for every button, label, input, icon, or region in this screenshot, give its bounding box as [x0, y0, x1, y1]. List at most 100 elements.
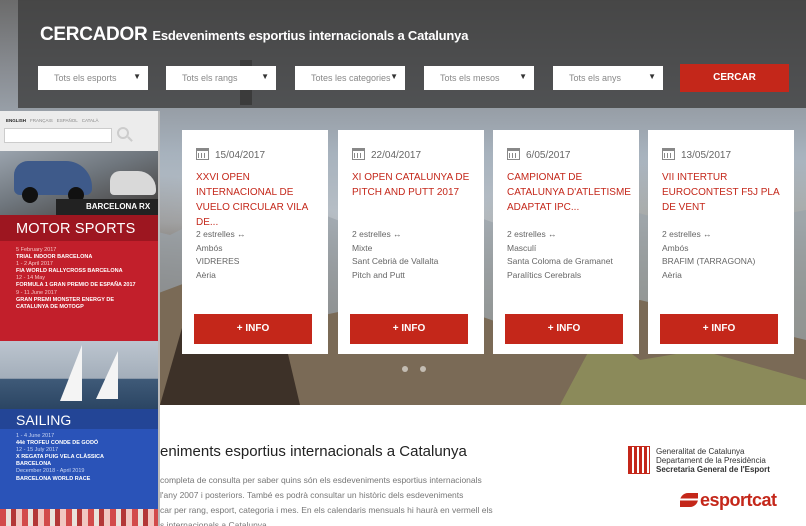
esportcat-logo[interactable]: esportcat — [680, 490, 777, 511]
barcelona-rx-banner: BARCELONA RX — [56, 199, 158, 215]
event-rank: 2 estrelles ↔ — [507, 229, 557, 239]
event-link[interactable]: BARCELONA WORLD RACE — [16, 476, 158, 483]
chevron-down-icon: ▼ — [390, 72, 398, 81]
rank-select[interactable]: Tots els rangs ▼ — [166, 66, 276, 90]
motor-sports-heading: MOTOR SPORTS — [0, 215, 158, 241]
intro-line: completa de consulta per saber quins són… — [160, 475, 482, 485]
intro-line: l'any 2007 i posteriors. També es podrà … — [160, 490, 464, 500]
event-date: 15/04/2017 — [196, 148, 265, 161]
event-date: 6/05/2017 — [507, 148, 571, 161]
event-sport: Aèria — [196, 269, 216, 280]
search-icon[interactable] — [117, 127, 129, 139]
event-date: 13/05/2017 — [662, 148, 731, 161]
search-heading: CERCADOR — [40, 24, 148, 45]
event-place: VIDRERES — [196, 256, 240, 266]
intro-text: completa de consulta per saber quins són… — [160, 473, 560, 526]
event-date-text: 22/04/2017 — [371, 150, 422, 161]
language-switcher: ENGLISH FRANÇAIS ESPAÑOL CATALÀ — [6, 118, 103, 123]
chevron-down-icon: ▼ — [261, 72, 269, 81]
event-date: 1 - 2 April 2017 — [16, 261, 53, 268]
motor-sports-events: 5 February 2017 TRIAL INDOOR BARCELONA 1… — [0, 241, 158, 311]
month-select[interactable]: Tots els mesos ▼ — [424, 66, 534, 90]
event-place: Sant Cebrià de Vallalta — [352, 256, 439, 266]
event-details: 2 estrelles ↔ Mixte Sant Cebrià de Valla… — [352, 228, 480, 282]
category-select[interactable]: Totes les categories ▼ — [295, 66, 405, 90]
search-panel: CERCADOR Esdeveniments esportius internac… — [18, 0, 806, 108]
sail-shape — [96, 351, 118, 399]
event-title-link[interactable]: XXVI OPEN INTERNACIONAL DE VUELO CIRCULA… — [196, 170, 320, 230]
event-title-link[interactable]: VII INTERTUR EUROCONTEST F5J PLA DE VENT — [662, 170, 786, 215]
esportcat-text: esportcat — [700, 490, 777, 510]
sidebar-search-input[interactable] — [4, 128, 112, 143]
event-link[interactable]: 44è TROFEU CONDE DE GODÓ — [16, 440, 158, 447]
event-title-link[interactable]: XI OPEN CATALUNYA DE PITCH AND PUTT 2017 — [352, 170, 476, 200]
more-info-button[interactable]: + INFO — [194, 314, 312, 344]
sport-select[interactable]: Tots els esports ▼ — [38, 66, 148, 90]
chevron-down-icon: ▼ — [519, 72, 527, 81]
event-place: Santa Coloma de Gramanet — [507, 256, 613, 266]
event-date: 22/04/2017 — [352, 148, 421, 161]
event-link[interactable]: FORMULA 1 GRAN PREMIO DE ESPAÑA 2017 — [16, 282, 136, 289]
event-card: 6/05/2017 CAMPIONAT DE CATALUNYA D'ATLET… — [493, 130, 639, 354]
month-select-value: Tots els mesos — [440, 73, 500, 83]
event-rank: 2 estrelles ↔ — [352, 229, 402, 239]
lang-spanish[interactable]: ESPAÑOL — [57, 118, 78, 123]
event-rank: 2 estrelles ↔ — [196, 229, 246, 239]
event-gender: Mixte — [352, 242, 373, 253]
event-date: 5 February 2017 — [16, 247, 57, 253]
gencat-text: Generalitat de Catalunya Departament de … — [656, 447, 770, 474]
lang-french[interactable]: FRANÇAIS — [30, 118, 53, 123]
event-link[interactable]: TRIAL INDOOR BARCELONA — [16, 254, 158, 261]
sailing-heading: SAILING — [0, 409, 158, 429]
event-date-text: 6/05/2017 — [526, 150, 571, 161]
search-button[interactable]: CERCAR — [680, 64, 789, 92]
event-details: 2 estrelles ↔ Ambós BRAFIM (TARRAGONA) A… — [662, 228, 790, 282]
sail-shape — [60, 345, 82, 401]
lang-catalan[interactable]: CATALÀ — [82, 118, 99, 123]
search-title: CERCADOR Esdeveniments esportius internac… — [40, 24, 468, 46]
sailing-events: 1 - 4 June 2017 44è TROFEU CONDE DE GODÓ… — [0, 429, 158, 483]
lang-english[interactable]: ENGLISH — [6, 118, 26, 123]
calendar-icon — [507, 148, 520, 160]
event-title-link[interactable]: CAMPIONAT DE CATALUNYA D'ATLETISME ADAPT… — [507, 170, 631, 215]
sport-select-value: Tots els esports — [54, 73, 117, 83]
sailing-image — [0, 341, 158, 409]
wheel — [22, 187, 38, 203]
event-card: 13/05/2017 VII INTERTUR EUROCONTEST F5J … — [648, 130, 794, 354]
event-card: 15/04/2017 XXVI OPEN INTERNACIONAL DE VU… — [182, 130, 328, 354]
senyera-shield-icon — [628, 446, 650, 474]
sports-sidebar: ENGLISH FRANÇAIS ESPAÑOL CATALÀ BARCELONA R… — [0, 111, 160, 526]
motor-sports-section: MOTOR SPORTS 5 February 2017 TRIAL INDOO… — [0, 215, 158, 341]
esportcat-mark-icon — [680, 493, 698, 507]
event-details: 2 estrelles ↔ Ambós VIDRERES Aèria — [196, 228, 324, 282]
event-link[interactable]: GRAN PREMI MONSTER ENERGY DE CATALUNYA D… — [16, 297, 146, 311]
event-gender: Ambós — [196, 242, 223, 253]
event-link[interactable]: X REGATA PUIG VELA CLÀSSICA BARCELONA — [16, 454, 136, 468]
event-link[interactable]: FIA WORLD RALLYCROSS BARCELONA — [16, 268, 158, 275]
intro-title: eniments esportius internacionals a Cata… — [160, 443, 467, 460]
event-place: BRAFIM (TARRAGONA) — [662, 256, 756, 266]
event-date: December 2018 - April 2019 — [16, 468, 85, 475]
gencat-line: Secretaria General de l'Esport — [656, 465, 770, 474]
more-info-button[interactable]: + INFO — [660, 314, 778, 344]
sailing-section: SAILING 1 - 4 June 2017 44è TROFEU CONDE… — [0, 409, 158, 509]
calendar-icon — [662, 148, 675, 160]
event-date-text: 15/04/2017 — [215, 150, 266, 161]
event-date-text: 13/05/2017 — [681, 150, 732, 161]
event-sport: Paralítics Cerebrals — [507, 269, 582, 280]
sidebar-header: ENGLISH FRANÇAIS ESPAÑOL CATALÀ — [0, 111, 158, 151]
chevron-down-icon: ▼ — [133, 72, 141, 81]
carousel-dot[interactable] — [420, 366, 426, 372]
category-select-value: Totes les categories — [311, 73, 391, 83]
carousel-dot[interactable] — [402, 366, 408, 372]
search-subheading: Esdeveniments esportius internacionals a… — [152, 28, 469, 43]
year-select[interactable]: Tots els anys ▼ — [553, 66, 663, 90]
rally-car — [110, 171, 156, 195]
more-info-button[interactable]: + INFO — [505, 314, 623, 344]
more-info-button[interactable]: + INFO — [350, 314, 468, 344]
event-sport: Pitch and Putt — [352, 269, 405, 280]
crowd-image — [0, 509, 158, 526]
event-details: 2 estrelles ↔ Masculí Santa Coloma de Gr… — [507, 228, 635, 282]
calendar-icon — [196, 148, 209, 160]
rallycross-image: BARCELONA RX — [0, 151, 158, 215]
